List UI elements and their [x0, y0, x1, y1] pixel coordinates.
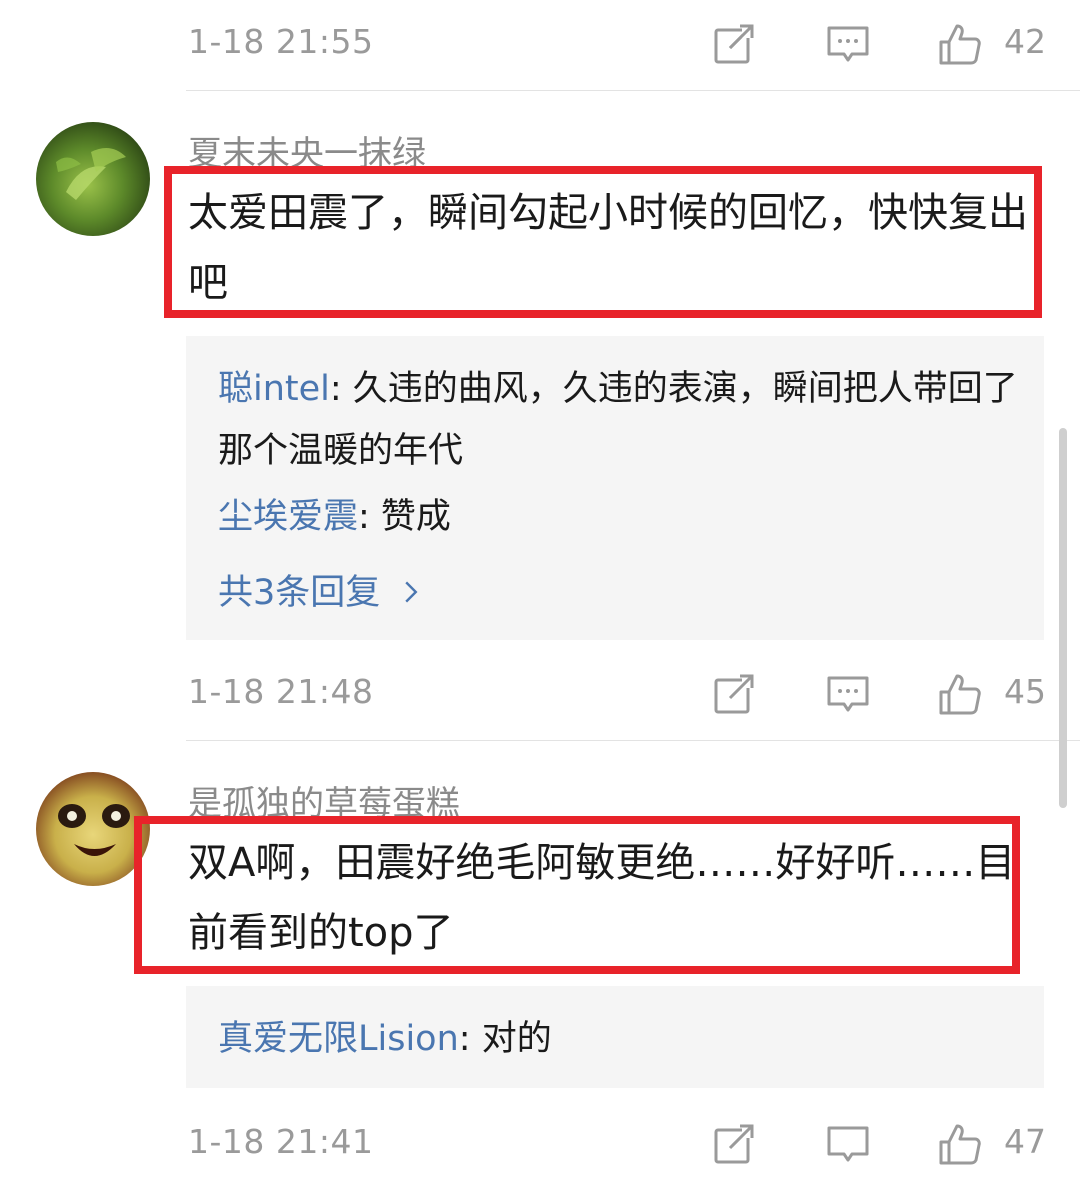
reply-text: : 对的	[458, 1019, 552, 1059]
reply-text: : 久违的曲风，久违的表演，瞬间把人带回了那个温暖的年代	[218, 369, 1018, 471]
thumbs-up-icon[interactable]	[938, 1122, 982, 1166]
avatar[interactable]	[36, 772, 150, 886]
avatar[interactable]	[36, 122, 150, 236]
reply-box: 真爱无限Lision: 对的	[186, 986, 1044, 1088]
comment-icon[interactable]	[826, 1122, 870, 1166]
reply-item[interactable]: 尘埃爱震: 赞成	[218, 486, 1018, 548]
highlight-box	[134, 816, 1020, 974]
reply-username[interactable]: 尘埃爱震	[218, 497, 358, 537]
comment-icon[interactable]	[826, 672, 870, 716]
divider	[186, 740, 1080, 741]
thumbs-up-icon[interactable]	[938, 22, 982, 66]
share-icon[interactable]	[712, 22, 756, 66]
comment-meta-row: 1-18 21:48 45	[0, 654, 1080, 734]
comment-time: 1-18 21:55	[188, 22, 374, 61]
reply-username[interactable]: 聪intel	[218, 369, 330, 409]
like-count: 42	[1004, 22, 1046, 61]
more-replies-link[interactable]: 共3条回复	[218, 564, 419, 615]
comment-meta-row: 1-18 21:55 42	[0, 4, 1080, 84]
chevron-right-icon	[403, 574, 419, 614]
scrollbar[interactable]	[1059, 428, 1067, 808]
reply-box: 聪intel: 久违的曲风，久违的表演，瞬间把人带回了那个温暖的年代 尘埃爱震:…	[186, 336, 1044, 640]
like-count: 45	[1004, 672, 1046, 711]
reply-item[interactable]: 真爱无限Lision: 对的	[218, 1008, 1018, 1070]
highlight-box	[164, 166, 1042, 318]
comment-icon[interactable]	[826, 22, 870, 66]
share-icon[interactable]	[712, 672, 756, 716]
reply-item[interactable]: 聪intel: 久违的曲风，久违的表演，瞬间把人带回了那个温暖的年代	[218, 358, 1018, 482]
thumbs-up-icon[interactable]	[938, 672, 982, 716]
reply-username[interactable]: 真爱无限Lision	[218, 1019, 459, 1059]
reply-text: : 赞成	[358, 497, 451, 537]
more-replies-label: 共3条回复	[218, 573, 381, 613]
share-icon[interactable]	[712, 1122, 756, 1166]
divider	[186, 90, 1080, 91]
comment-meta-row: 1-18 21:41 47	[0, 1104, 1080, 1184]
comment-time: 1-18 21:48	[188, 672, 374, 711]
